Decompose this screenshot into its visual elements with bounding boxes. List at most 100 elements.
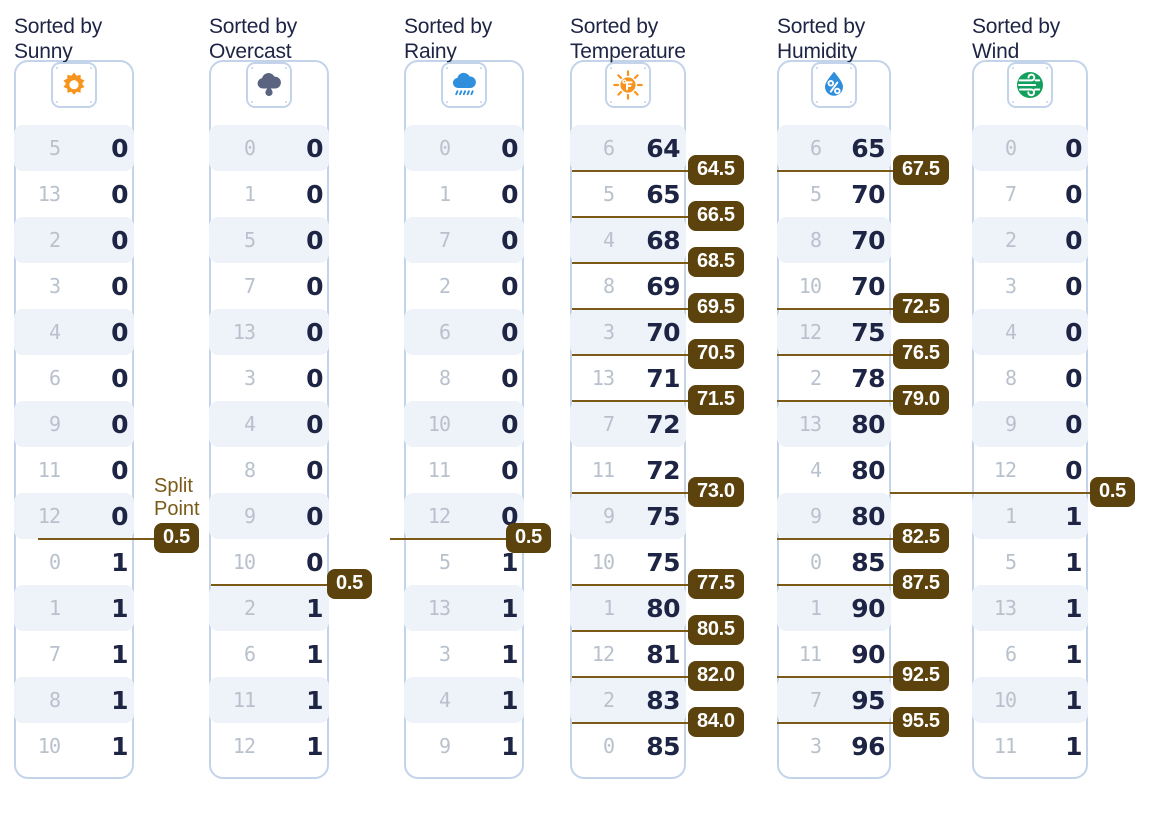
- table-row[interactable]: 61: [972, 631, 1088, 677]
- table-row[interactable]: 13 1: [972, 585, 1088, 631]
- split-point-badge[interactable]: 64.5: [688, 155, 744, 185]
- feature-chip[interactable]: [246, 62, 292, 108]
- table-row[interactable]: 9 75: [570, 493, 686, 539]
- split-point-badge[interactable]: 71.5: [688, 385, 744, 415]
- table-row[interactable]: 11 72: [570, 447, 686, 493]
- table-row[interactable]: 11 0: [404, 447, 524, 493]
- table-row[interactable]: 13 0: [14, 171, 134, 217]
- table-row[interactable]: 21: [209, 585, 329, 631]
- split-point-badge[interactable]: 80.5: [688, 615, 744, 645]
- table-row[interactable]: 50: [209, 217, 329, 263]
- table-row[interactable]: 2 78: [777, 355, 891, 401]
- table-row[interactable]: 30: [972, 263, 1088, 309]
- table-row[interactable]: 12 81: [570, 631, 686, 677]
- table-row[interactable]: 50: [14, 125, 134, 171]
- table-row[interactable]: 0 85: [777, 539, 891, 585]
- split-point-badge[interactable]: 95.5: [893, 707, 949, 737]
- table-row[interactable]: 9 80: [777, 493, 891, 539]
- table-row[interactable]: 61: [209, 631, 329, 677]
- split-point-badge[interactable]: 72.5: [893, 293, 949, 323]
- table-row[interactable]: 6 65: [777, 125, 891, 171]
- feature-chip[interactable]: [1007, 62, 1053, 108]
- table-row[interactable]: 11: [972, 493, 1088, 539]
- feature-chip[interactable]: [441, 62, 487, 108]
- split-point-badge[interactable]: 70.5: [688, 339, 744, 369]
- table-row[interactable]: 13 0: [209, 309, 329, 355]
- table-row[interactable]: 4 68: [570, 217, 686, 263]
- table-row[interactable]: 10 0: [404, 401, 524, 447]
- table-row[interactable]: 81: [14, 677, 134, 723]
- split-point-badge[interactable]: 66.5: [688, 201, 744, 231]
- table-row[interactable]: 10 75: [570, 539, 686, 585]
- table-row[interactable]: 0 85: [570, 723, 686, 769]
- table-row[interactable]: 60: [14, 355, 134, 401]
- table-row[interactable]: 1 90: [777, 585, 891, 631]
- table-row[interactable]: 70: [404, 217, 524, 263]
- table-row[interactable]: 40: [972, 309, 1088, 355]
- table-row[interactable]: 90: [14, 401, 134, 447]
- table-row[interactable]: 3 70: [570, 309, 686, 355]
- table-row[interactable]: 10 70: [777, 263, 891, 309]
- table-row[interactable]: 00: [404, 125, 524, 171]
- table-row[interactable]: 20: [404, 263, 524, 309]
- split-point-badge[interactable]: 82.5: [893, 523, 949, 553]
- table-row[interactable]: 3 96: [777, 723, 891, 769]
- table-row[interactable]: 11 0: [14, 447, 134, 493]
- table-row[interactable]: 41: [404, 677, 524, 723]
- table-row[interactable]: 71: [14, 631, 134, 677]
- table-row[interactable]: 11: [14, 585, 134, 631]
- table-row[interactable]: 90: [209, 493, 329, 539]
- split-point-badge[interactable]: 76.5: [893, 339, 949, 369]
- table-row[interactable]: 51: [972, 539, 1088, 585]
- table-row[interactable]: 7 72: [570, 401, 686, 447]
- table-row[interactable]: 11 1: [209, 677, 329, 723]
- table-row[interactable]: 11 1: [972, 723, 1088, 769]
- split-point-badge[interactable]: 84.0: [688, 707, 744, 737]
- table-row[interactable]: 6 64: [570, 125, 686, 171]
- split-point-badge[interactable]: 77.5: [688, 569, 744, 599]
- table-row[interactable]: 8 70: [777, 217, 891, 263]
- table-row[interactable]: 31: [404, 631, 524, 677]
- table-row[interactable]: 00: [209, 125, 329, 171]
- split-point-badge[interactable]: 82.0: [688, 661, 744, 691]
- table-row[interactable]: 40: [14, 309, 134, 355]
- table-row[interactable]: 4 80: [777, 447, 891, 493]
- table-row[interactable]: 7 95: [777, 677, 891, 723]
- table-row[interactable]: 91: [404, 723, 524, 769]
- table-row[interactable]: 13 80: [777, 401, 891, 447]
- table-row[interactable]: 1 80: [570, 585, 686, 631]
- table-row[interactable]: 70: [209, 263, 329, 309]
- split-point-badge[interactable]: 92.5: [893, 661, 949, 691]
- split-point-badge[interactable]: 69.5: [688, 293, 744, 323]
- table-row[interactable]: 70: [972, 171, 1088, 217]
- table-row[interactable]: 40: [209, 401, 329, 447]
- split-point-badge[interactable]: 0.5: [154, 523, 199, 553]
- table-row[interactable]: 10 1: [14, 723, 134, 769]
- table-row[interactable]: 10 1: [972, 677, 1088, 723]
- table-row[interactable]: 00: [972, 125, 1088, 171]
- table-row[interactable]: 10: [404, 171, 524, 217]
- table-row[interactable]: 5 70: [777, 171, 891, 217]
- table-row[interactable]: 13 1: [404, 585, 524, 631]
- split-point-badge[interactable]: 87.5: [893, 569, 949, 599]
- table-row[interactable]: 12 0: [972, 447, 1088, 493]
- table-row[interactable]: 80: [209, 447, 329, 493]
- table-row[interactable]: 90: [972, 401, 1088, 447]
- feature-chip[interactable]: [811, 62, 857, 108]
- table-row[interactable]: 80: [972, 355, 1088, 401]
- table-row[interactable]: 20: [14, 217, 134, 263]
- table-row[interactable]: 12 1: [209, 723, 329, 769]
- table-row[interactable]: 5 65: [570, 171, 686, 217]
- table-row[interactable]: 30: [14, 263, 134, 309]
- feature-chip[interactable]: [605, 62, 651, 108]
- split-point-badge[interactable]: 68.5: [688, 247, 744, 277]
- table-row[interactable]: 10 0: [209, 539, 329, 585]
- table-row[interactable]: 2 83: [570, 677, 686, 723]
- table-row[interactable]: 60: [404, 309, 524, 355]
- table-row[interactable]: 8 69: [570, 263, 686, 309]
- split-point-badge[interactable]: 73.0: [688, 477, 744, 507]
- feature-chip[interactable]: [51, 62, 97, 108]
- table-row[interactable]: 12 75: [777, 309, 891, 355]
- split-point-badge[interactable]: 0.5: [1090, 477, 1135, 507]
- table-row[interactable]: 10: [209, 171, 329, 217]
